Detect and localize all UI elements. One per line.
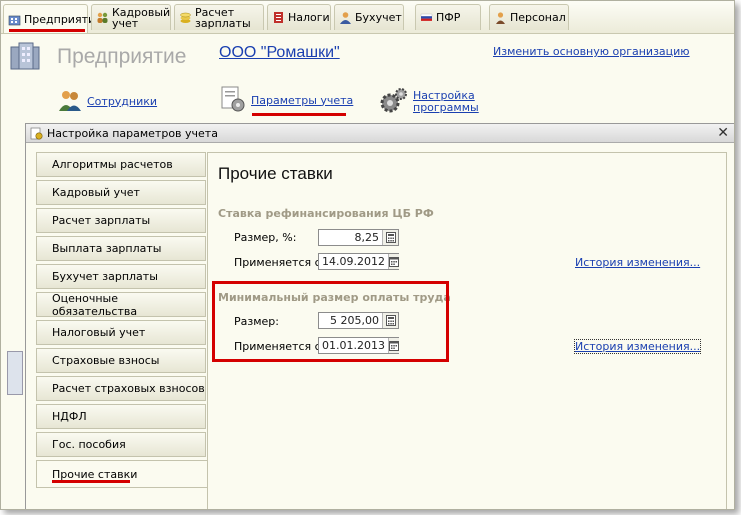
section-label: Кадровый учет [52, 186, 140, 199]
tab-label: Кадровый учет [112, 5, 171, 30]
tab-label: Расчет зарплаты [195, 5, 251, 30]
tab-payroll[interactable]: Расчет зарплаты [174, 4, 264, 30]
section-content-panel: Прочие ставки Ставка рефинансирования ЦБ… [207, 152, 727, 509]
app-window: Предприятие Кадровый учет Расчет зарплат… [0, 0, 735, 510]
building-icon [8, 13, 21, 26]
section-label: Налоговый учет [52, 326, 146, 339]
section-label: НДФЛ [52, 410, 87, 423]
coins-icon [179, 11, 192, 24]
employees-link[interactable]: Сотрудники [87, 95, 157, 108]
highlight-underline-section [52, 480, 130, 483]
change-organization-link[interactable]: Изменить основную организацию [493, 45, 690, 58]
tab-accounting[interactable]: Бухучет [334, 4, 404, 30]
refinancing-heading: Ставка рефинансирования ЦБ РФ [218, 207, 434, 220]
highlight-box-min-wage [212, 281, 449, 362]
field-value: 14.09.2012 [322, 255, 385, 268]
settings-sections-list: Алгоритмы расчетов Кадровый учет Расчет … [36, 152, 208, 509]
section-label: Расчет страховых взносов [52, 382, 205, 395]
section-item[interactable]: Гос. пособия [36, 432, 206, 457]
highlight-underline-tab [9, 29, 85, 32]
section-label: Расчет зарплаты [52, 214, 151, 227]
calculator-icon[interactable] [382, 230, 398, 245]
section-item[interactable]: Выплата зарплаты [36, 236, 206, 261]
tab-label: Персонал [510, 11, 566, 24]
section-label: Гос. пособия [52, 438, 126, 451]
content-title: Прочие ставки [218, 164, 333, 183]
page-title: Предприятие [57, 45, 187, 68]
tab-personnel[interactable]: Персонал [489, 4, 569, 30]
section-label: Оценочные обязательства [52, 291, 138, 318]
section-label: Выплата зарплаты [52, 242, 162, 255]
dialog-title-bar: Настройка параметров учета ✕ [26, 124, 734, 143]
background-window-edge [7, 351, 23, 395]
organization-link[interactable]: ООО "Ромашки" [219, 44, 340, 62]
tab-taxes[interactable]: Налоги [267, 4, 331, 30]
section-item-selected[interactable]: Прочие ставки [36, 460, 208, 488]
section-tab-bar: Предприятие Кадровый учет Расчет зарплат… [1, 1, 734, 34]
min-wage-history-link[interactable]: История изменения... [573, 339, 702, 354]
refinancing-size-label: Размер, %: [234, 231, 297, 244]
refinancing-date-label: Применяется с: [234, 256, 325, 269]
section-item[interactable]: Налоговый учет [36, 320, 206, 345]
section-item[interactable]: Расчет страховых взносов [36, 376, 206, 401]
section-item[interactable]: НДФЛ [36, 404, 206, 429]
person-icon [494, 11, 507, 24]
section-label: Бухучет зарплаты [52, 270, 158, 283]
tab-label: ПФР [436, 11, 461, 24]
calendar-icon[interactable] [387, 254, 399, 269]
people-icon [96, 11, 109, 24]
dialog-settings-icon [30, 127, 43, 140]
tab-label: Налоги [288, 11, 330, 24]
settings-dialog: Настройка параметров учета ✕ Алгоритмы р… [25, 123, 734, 509]
section-label: Прочие ставки [52, 467, 138, 481]
refinancing-date-field[interactable]: 14.09.2012 [318, 253, 399, 270]
accountant-icon [339, 11, 352, 24]
accounting-params-link[interactable]: Параметры учета [251, 94, 353, 107]
tab-hr[interactable]: Кадровый учет [91, 4, 171, 30]
section-item[interactable]: Кадровый учет [36, 180, 206, 205]
gears-icon [379, 85, 409, 118]
section-label: Алгоритмы расчетов [52, 158, 173, 171]
tab-pfr[interactable]: ПФР [415, 4, 481, 30]
refinancing-history-link[interactable]: История изменения... [575, 256, 700, 269]
nav-accounting-params[interactable]: Параметры учета [219, 85, 353, 116]
section-item[interactable]: Бухучет зарплаты [36, 264, 206, 289]
tax-document-icon [272, 11, 285, 24]
settings-document-icon [219, 85, 247, 116]
nav-employees[interactable]: Сотрудники [57, 87, 157, 116]
program-settings-link[interactable]: Настройка программы [413, 89, 479, 114]
section-label: Страховые взносы [52, 354, 160, 367]
refinancing-size-field[interactable]: 8,25 [318, 229, 399, 246]
pfr-flag-icon [420, 11, 433, 24]
section-item[interactable]: Алгоритмы расчетов [36, 152, 206, 177]
dialog-title: Настройка параметров учета [47, 126, 218, 140]
enterprise-building-icon [9, 41, 49, 71]
nav-program-settings[interactable]: Настройка программы [379, 85, 479, 118]
field-value: 8,25 [354, 231, 380, 244]
tab-label: Бухучет [355, 11, 402, 24]
employees-icon [57, 87, 83, 116]
section-item[interactable]: Расчет зарплаты [36, 208, 206, 233]
highlight-underline-params [252, 113, 346, 116]
close-icon[interactable]: ✕ [717, 125, 729, 141]
section-item[interactable]: Оценочные обязательства [36, 291, 206, 318]
section-item[interactable]: Страховые взносы [36, 348, 206, 373]
